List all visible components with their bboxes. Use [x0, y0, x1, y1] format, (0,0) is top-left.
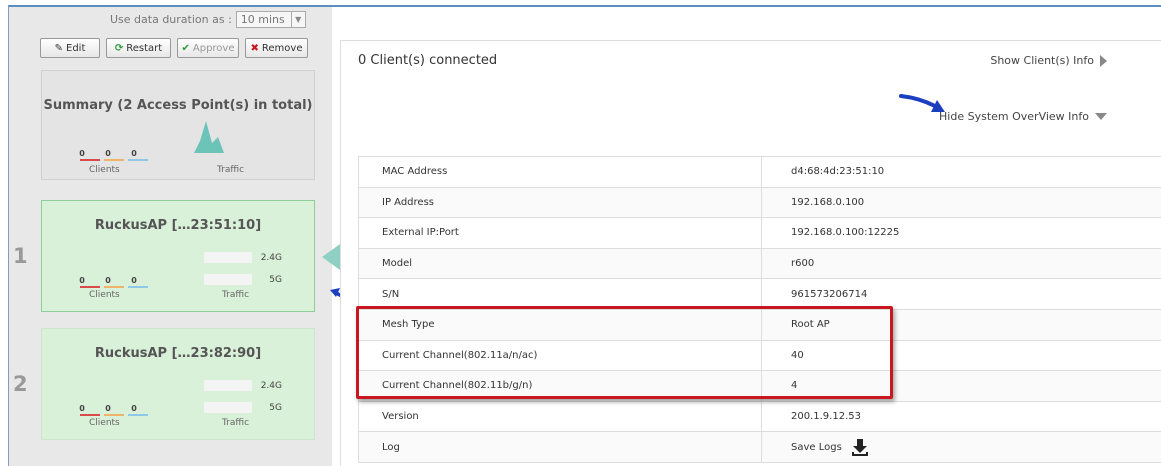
- duration-label: Use data duration as :: [110, 13, 232, 26]
- ap-card[interactable]: RuckusAP […23:82:90] 2.4G 5G 0 0 0 Clien…: [41, 328, 315, 440]
- system-overview-table: MAC Address d4:68:4d:23:51:10 IP Address 1…: [358, 156, 1161, 463]
- traffic-chart-icon: [194, 121, 224, 153]
- table-row: Mesh Type Root AP: [358, 308, 1161, 341]
- edit-button[interactable]: ✎ Edit: [40, 38, 100, 58]
- stat-value: 0: [131, 149, 137, 158]
- save-logs-link[interactable]: Save Logs: [791, 442, 842, 453]
- row-value: 961573206714: [761, 278, 1161, 310]
- band-bar: [204, 252, 252, 263]
- row-label: Log: [358, 431, 762, 463]
- row-label: External IP:Port: [358, 217, 762, 249]
- traffic-label: Traffic: [217, 165, 245, 175]
- band-label: 2.4G: [260, 253, 282, 263]
- show-clients-info-link[interactable]: Show Client(s) Info: [990, 54, 1107, 67]
- row-label: Current Channel(802.11b/g/n): [358, 370, 762, 402]
- table-row: Current Channel(802.11a/n/ac) 40: [358, 339, 1161, 372]
- duration-select[interactable]: 10 mins ▼: [235, 11, 306, 28]
- row-label: Mesh Type: [358, 308, 762, 341]
- stat-value: 0: [79, 149, 85, 158]
- row-label: S/N: [358, 278, 762, 310]
- table-row: S/N 961573206714: [358, 278, 1161, 310]
- stat-value: 0: [79, 404, 85, 413]
- row-value: Root AP: [761, 308, 1161, 341]
- data-duration-row: Use data duration as : 10 mins ▼: [110, 11, 306, 28]
- band-label: 2.4G: [260, 381, 282, 391]
- row-label: Version: [358, 400, 762, 433]
- download-icon[interactable]: [851, 438, 869, 457]
- restart-button[interactable]: ⟳ Restart: [106, 38, 171, 58]
- summary-card[interactable]: Summary (2 Access Point(s) in total) 0 0…: [41, 70, 315, 180]
- stat-value: 0: [131, 276, 137, 285]
- stat-bars: [80, 414, 148, 416]
- check-icon: ✔: [181, 42, 190, 54]
- ap-stats: 0 0 0: [76, 404, 140, 413]
- clients-connected-text: 0 Client(s) connected: [358, 53, 498, 68]
- show-clients-label: Show Client(s) Info: [990, 54, 1094, 67]
- x-icon: ✖: [250, 42, 259, 54]
- remove-button[interactable]: ✖ Remove: [245, 38, 308, 58]
- stat-value: 0: [105, 404, 111, 413]
- row-value: r600: [761, 247, 1161, 280]
- band-label: 5G: [269, 403, 282, 413]
- band-label: 5G: [269, 275, 282, 285]
- chevron-right-icon: [1100, 54, 1107, 67]
- ap-name: RuckusAP […23:82:90]: [94, 346, 262, 361]
- hide-system-overview-link[interactable]: Hide System OverView Info: [939, 110, 1107, 123]
- stat-bars: [80, 159, 148, 161]
- stat-value: 0: [79, 276, 85, 285]
- table-row: IP Address 192.168.0.100: [358, 186, 1161, 219]
- selection-pointer-icon: [322, 244, 340, 270]
- clients-label: Clients: [89, 290, 120, 300]
- row-value: 40: [761, 339, 1161, 372]
- row-value: 192.168.0.100:12225: [761, 217, 1161, 249]
- duration-value: 10 mins: [240, 13, 285, 26]
- band-bar: [204, 274, 252, 285]
- clients-label: Clients: [89, 418, 120, 428]
- row-value: 4: [761, 370, 1161, 402]
- summary-stats: 0 0 0: [76, 149, 140, 158]
- row-value: 200.1.9.12.53: [761, 400, 1161, 433]
- traffic-label: Traffic: [222, 418, 250, 428]
- ap-stats: 0 0 0: [76, 276, 140, 285]
- row-value: 192.168.0.100: [761, 186, 1161, 219]
- band-bar: [204, 402, 252, 413]
- summary-title: Summary (2 Access Point(s) in total): [43, 98, 313, 113]
- row-label: IP Address: [358, 186, 762, 219]
- approve-label: Approve: [192, 42, 235, 54]
- stat-bars: [80, 286, 148, 288]
- table-row: MAC Address d4:68:4d:23:51:10: [358, 156, 1161, 188]
- pencil-icon: ✎: [54, 42, 63, 54]
- table-row: Model r600: [358, 247, 1161, 280]
- row-value: d4:68:4d:23:51:10: [761, 156, 1161, 188]
- stat-value: 0: [131, 404, 137, 413]
- chevron-down-icon: [1095, 113, 1107, 120]
- remove-label: Remove: [261, 42, 303, 54]
- edit-label: Edit: [66, 42, 86, 54]
- row-label: Model: [358, 247, 762, 280]
- approve-button[interactable]: ✔ Approve: [177, 38, 239, 58]
- band-bar: [204, 380, 252, 391]
- ap-name: RuckusAP […23:51:10]: [94, 218, 262, 233]
- traffic-label: Traffic: [222, 290, 250, 300]
- table-row: External IP:Port 192.168.0.100:12225: [358, 217, 1161, 249]
- row-number: 2: [13, 372, 28, 396]
- row-label: MAC Address: [358, 156, 762, 188]
- table-row: Log Save Logs: [358, 431, 1161, 463]
- row-label: Current Channel(802.11a/n/ac): [358, 339, 762, 372]
- table-row: Version 200.1.9.12.53: [358, 400, 1161, 433]
- ap-card-selected[interactable]: RuckusAP […23:51:10] 2.4G 5G 0 0 0 Clien…: [41, 200, 315, 312]
- hide-system-label: Hide System OverView Info: [939, 110, 1089, 123]
- chevron-down-icon: ▼: [290, 12, 305, 27]
- row-number: 1: [13, 244, 28, 268]
- stat-value: 0: [105, 149, 111, 158]
- refresh-icon: ⟳: [114, 42, 124, 54]
- ap-detail-panel: 0 Client(s) connected Show Client(s) Inf…: [340, 40, 1161, 466]
- clients-label: Clients: [89, 165, 120, 175]
- stat-value: 0: [105, 276, 111, 285]
- save-logs-cell[interactable]: Save Logs: [761, 431, 1161, 463]
- restart-label: Restart: [126, 42, 163, 54]
- table-row: Current Channel(802.11b/g/n) 4: [358, 370, 1161, 402]
